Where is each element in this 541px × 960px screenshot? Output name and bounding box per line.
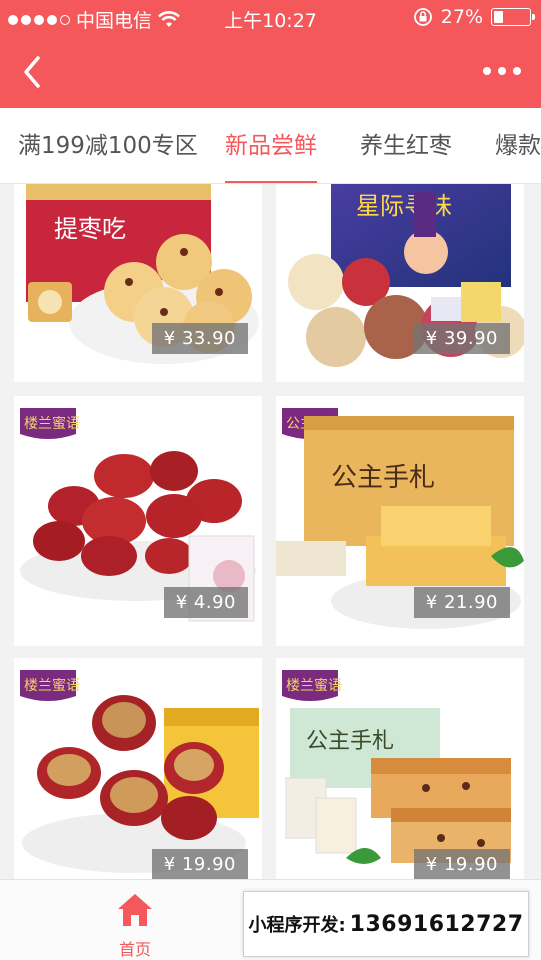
tab-red-dates[interactable]: 养生红枣 — [360, 108, 452, 183]
tab-discount-zone[interactable]: 满199减100专区 — [18, 108, 198, 183]
more-dots-icon — [483, 67, 491, 75]
svg-text:楼兰蜜语: 楼兰蜜语 — [24, 678, 80, 694]
home-icon — [118, 894, 152, 926]
svg-text:楼兰蜜语: 楼兰蜜语 — [286, 678, 342, 694]
battery-icon — [491, 8, 535, 26]
price-badge: ¥ 19.90 — [413, 849, 510, 879]
svg-text:星际寻味: 星际寻味 — [356, 192, 452, 220]
ad-banner: 小程序开发: 13691612727 — [243, 891, 529, 957]
svg-text:公主手札: 公主手札 — [306, 729, 394, 754]
tab-hot-items[interactable]: 爆款 — [495, 108, 541, 183]
back-button[interactable] — [12, 50, 52, 94]
more-button[interactable] — [477, 56, 527, 86]
product-grid: 提枣吃 ¥ 33.90 星际寻味 ¥ 39.90 楼兰蜜语 ¥ 4.90 公主手… — [0, 184, 541, 879]
price-badge: ¥ 4.90 — [163, 587, 248, 618]
price-badge: ¥ 19.90 — [151, 849, 248, 879]
svg-text:提枣吃: 提枣吃 — [54, 215, 126, 243]
product-card[interactable]: 公主手札 公主手札 ¥ 21.90 — [276, 396, 524, 646]
battery-percent: 27% — [440, 6, 483, 28]
product-card[interactable]: 星际寻味 ¥ 39.90 — [276, 184, 524, 382]
tab-home-label: 首页 — [118, 940, 151, 959]
ad-label: 小程序开发: — [248, 915, 346, 936]
product-card[interactable]: 楼兰蜜语 公主手札 ¥ 19.90 — [276, 658, 524, 879]
product-card[interactable]: 提枣吃 ¥ 33.90 — [14, 184, 262, 382]
orientation-lock-icon — [413, 8, 432, 26]
ad-phone: 13691612727 — [349, 911, 524, 937]
price-badge: ¥ 33.90 — [151, 323, 248, 354]
product-image: 楼兰蜜语 — [14, 658, 262, 879]
price-badge: ¥ 39.90 — [413, 323, 510, 354]
product-card[interactable]: 楼兰蜜语 ¥ 4.90 — [14, 396, 262, 646]
product-image: 楼兰蜜语 公主手札 — [276, 658, 524, 879]
tab-new-products[interactable]: 新品尝鲜 — [225, 108, 317, 183]
price-badge: ¥ 21.90 — [413, 587, 510, 618]
nav-bar — [0, 36, 541, 108]
product-card[interactable]: 楼兰蜜语 ¥ 19.90 — [14, 658, 262, 879]
category-tabs: 满199减100专区 新品尝鲜 养生红枣 爆款 — [0, 108, 541, 184]
status-bar: 中国电信 上午10:27 27% — [0, 0, 541, 36]
svg-text:楼兰蜜语: 楼兰蜜语 — [24, 416, 80, 432]
tab-home[interactable]: 首页 — [100, 892, 170, 960]
chevron-left-icon — [24, 56, 40, 88]
svg-text:公主手札: 公主手札 — [331, 463, 435, 493]
